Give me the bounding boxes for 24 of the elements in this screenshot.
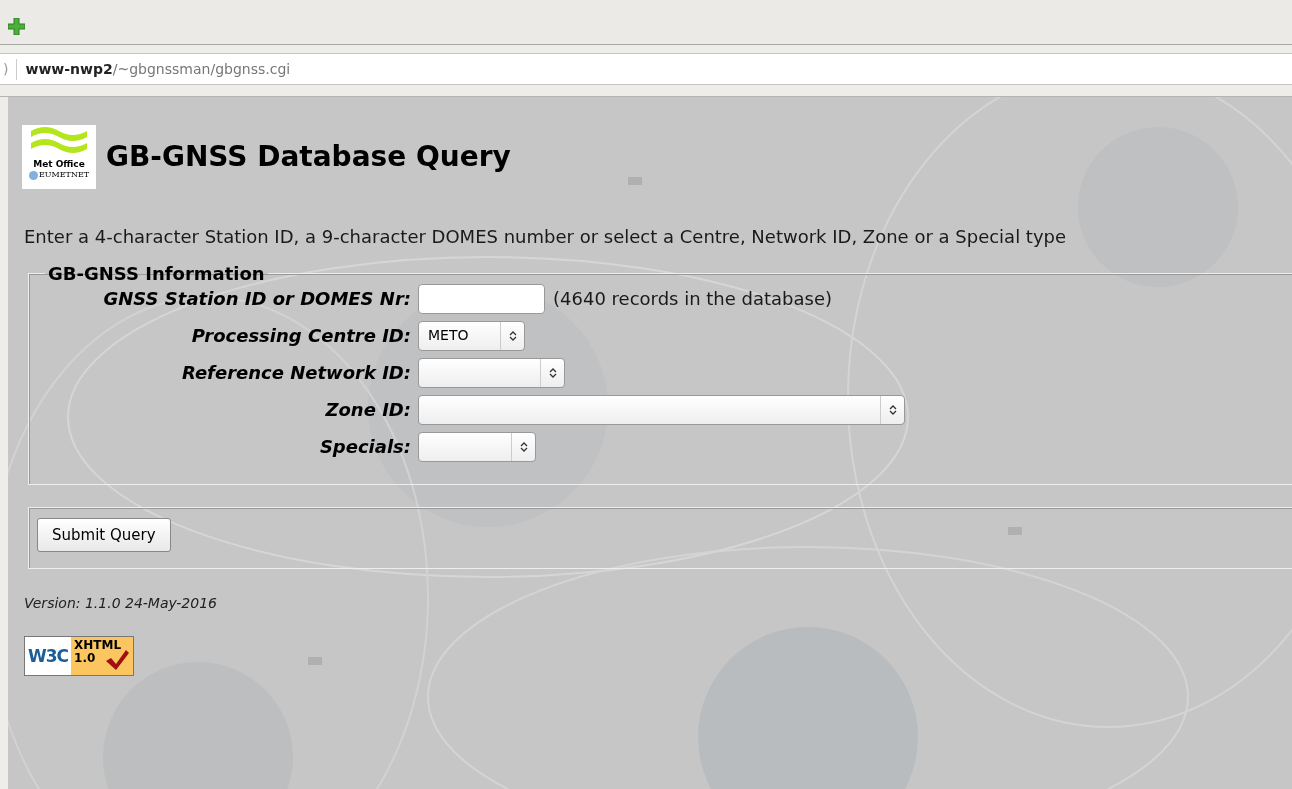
submit-button[interactable]: Submit Query [37, 517, 171, 553]
dropdown[interactable]: METO [418, 320, 525, 351]
field-label: GNSS Station ID or DOMES Nr: [102, 287, 411, 312]
add-icon[interactable] [8, 18, 25, 35]
url-text: www-nwp2/~gbgnssman/gbgnss.cgi [25, 59, 291, 79]
caret-icon [548, 366, 557, 379]
record-count: (4640 records in the database) [553, 287, 833, 312]
caret-icon [508, 329, 517, 342]
page-title: GB-GNSS Database Query [106, 140, 511, 174]
caret-icon [888, 403, 897, 416]
field-label: Zone ID: [324, 398, 411, 423]
version-text: Version: 1.1.0 24-May-2016 [24, 594, 218, 614]
section-legend: GB-GNSS Information [45, 264, 268, 284]
field-label: Processing Centre ID: [190, 324, 411, 349]
input-field[interactable] [418, 283, 545, 314]
intro-text: Enter a 4-character Station ID, a 9-character DOMES number or select a Centre, Network ID, Zone or a Special type [24, 225, 1068, 249]
caret-icon [519, 440, 528, 453]
field-label: Reference Network ID: [180, 361, 411, 386]
dropdown[interactable] [418, 431, 536, 462]
field-label: Specials: [318, 435, 411, 460]
logo: Met Office EUMETNET [22, 125, 96, 189]
address-bar[interactable]: ) www-nwp2/~gbgnssman/gbgnss.cgi [0, 53, 1292, 85]
dropdown[interactable] [418, 394, 905, 425]
dropdown[interactable] [418, 357, 565, 388]
